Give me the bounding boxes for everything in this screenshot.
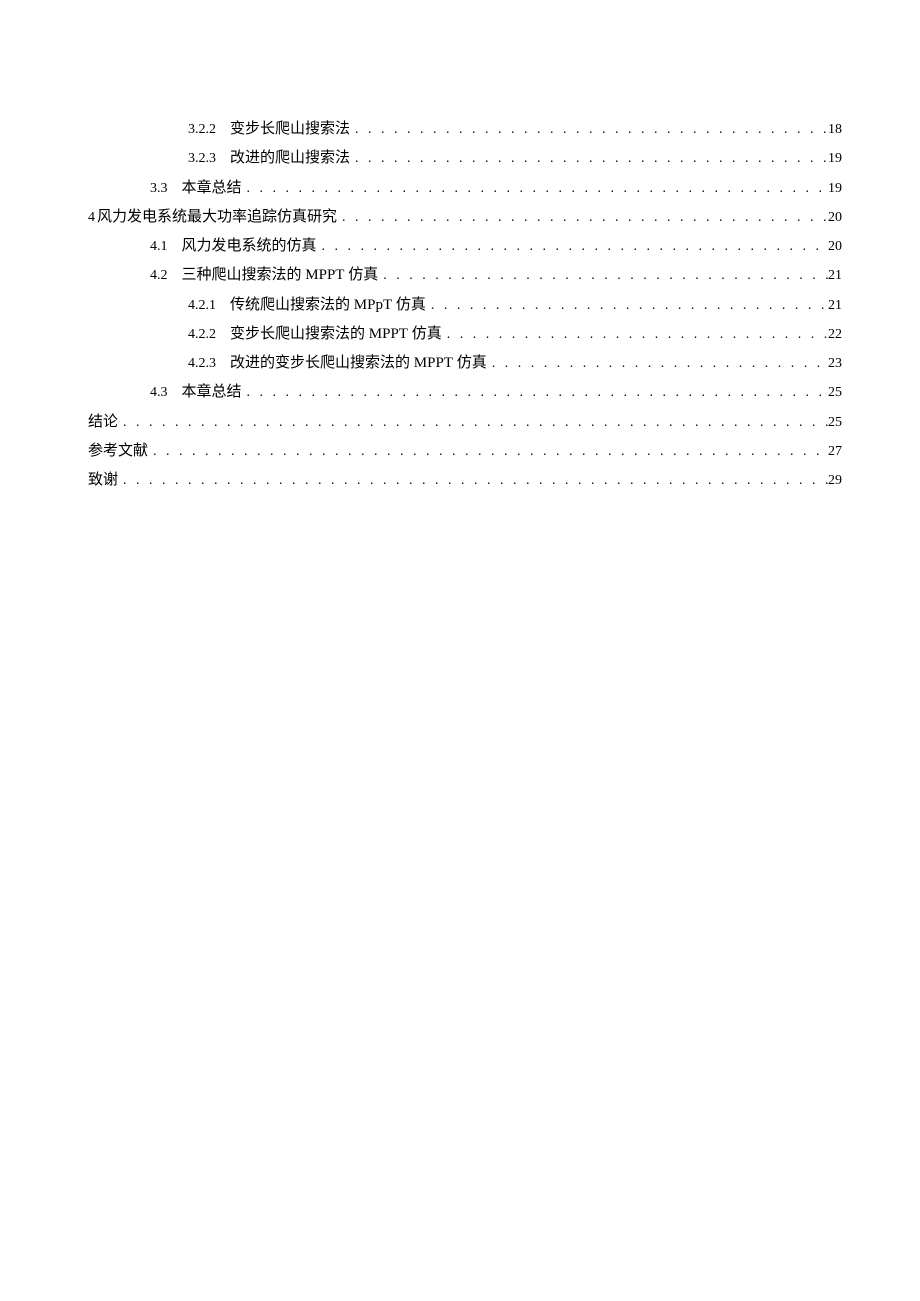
- toc-page-number: 21: [828, 262, 842, 289]
- toc-leader-dots: . . . . . . . . . . . . . . . . . . . . …: [444, 321, 828, 348]
- toc-leader-dots: . . . . . . . . . . . . . . . . . . . . …: [120, 467, 828, 494]
- toc-number: 4.3: [150, 379, 182, 406]
- toc-entry: 4.3 本章总结 . . . . . . . . . . . . . . . .…: [88, 378, 842, 407]
- toc-leader-dots: . . . . . . . . . . . . . . . . . . . . …: [150, 438, 828, 465]
- toc-page-number: 25: [828, 379, 842, 406]
- toc-number: 4: [88, 204, 97, 231]
- toc-number: 4.2.3: [188, 350, 230, 377]
- toc-title: 致谢: [88, 466, 120, 495]
- toc-entry: 4.1 风力发电系统的仿真 . . . . . . . . . . . . . …: [88, 232, 842, 261]
- toc-page-number: 19: [828, 175, 842, 202]
- toc-entry: 4.2 三种爬山搜索法的 MPPT 仿真 . . . . . . . . . .…: [88, 261, 842, 290]
- toc-leader-dots: . . . . . . . . . . . . . . . . . . . . …: [428, 292, 828, 319]
- toc-entry: 4 风力发电系统最大功率追踪仿真研究 . . . . . . . . . . .…: [88, 203, 842, 232]
- toc-number: 4.2.2: [188, 321, 230, 348]
- toc-entry: 致谢 . . . . . . . . . . . . . . . . . . .…: [88, 466, 842, 495]
- toc-title: 变步长爬山搜索法: [230, 115, 352, 144]
- toc-title: 本章总结: [182, 174, 244, 203]
- toc-title: 结论: [88, 408, 120, 437]
- toc-entry: 3.2.2 变步长爬山搜索法 . . . . . . . . . . . . .…: [88, 115, 842, 144]
- toc-entry: 结论 . . . . . . . . . . . . . . . . . . .…: [88, 408, 842, 437]
- toc-leader-dots: . . . . . . . . . . . . . . . . . . . . …: [352, 145, 828, 172]
- toc-title: 风力发电系统的仿真: [182, 232, 319, 261]
- toc-page-number: 19: [828, 145, 842, 172]
- toc-entry: 4.2.1 传统爬山搜索法的 MPpT 仿真 . . . . . . . . .…: [88, 291, 842, 320]
- toc-leader-dots: . . . . . . . . . . . . . . . . . . . . …: [489, 350, 828, 377]
- toc-title: 改进的爬山搜索法: [230, 144, 352, 173]
- toc-title: 改进的变步长爬山搜索法的 MPPT 仿真: [230, 349, 489, 378]
- toc-title: 参考文献: [88, 437, 150, 466]
- toc-page-number: 27: [828, 438, 842, 465]
- toc-leader-dots: . . . . . . . . . . . . . . . . . . . . …: [244, 175, 828, 202]
- toc-number: 3.2.3: [188, 145, 230, 172]
- toc-title: 本章总结: [182, 378, 244, 407]
- toc-number: 4.2.1: [188, 292, 230, 319]
- toc-page-number: 20: [828, 204, 842, 231]
- toc-page-number: 18: [828, 116, 842, 143]
- toc-entry: 3.3 本章总结 . . . . . . . . . . . . . . . .…: [88, 174, 842, 203]
- toc-leader-dots: . . . . . . . . . . . . . . . . . . . . …: [120, 409, 828, 436]
- toc-title: 传统爬山搜索法的 MPpT 仿真: [230, 291, 428, 320]
- toc-page-number: 25: [828, 409, 842, 436]
- toc-title: 三种爬山搜索法的 MPPT 仿真: [182, 261, 381, 290]
- toc-entry: 3.2.3 改进的爬山搜索法 . . . . . . . . . . . . .…: [88, 144, 842, 173]
- toc-leader-dots: . . . . . . . . . . . . . . . . . . . . …: [319, 233, 828, 260]
- toc-leader-dots: . . . . . . . . . . . . . . . . . . . . …: [244, 379, 828, 406]
- toc-page-number: 23: [828, 350, 842, 377]
- toc-title: 变步长爬山搜索法的 MPPT 仿真: [230, 320, 444, 349]
- toc-number: 3.3: [150, 175, 182, 202]
- toc-page-number: 22: [828, 321, 842, 348]
- toc-title: 风力发电系统最大功率追踪仿真研究: [97, 203, 339, 232]
- toc-entry: 参考文献 . . . . . . . . . . . . . . . . . .…: [88, 437, 842, 466]
- toc-number: 4.1: [150, 233, 182, 260]
- toc-page-number: 29: [828, 467, 842, 494]
- toc-page-number: 20: [828, 233, 842, 260]
- toc-entry: 4.2.2 变步长爬山搜索法的 MPPT 仿真 . . . . . . . . …: [88, 320, 842, 349]
- toc-leader-dots: . . . . . . . . . . . . . . . . . . . . …: [352, 116, 828, 143]
- toc-entry: 4.2.3 改进的变步长爬山搜索法的 MPPT 仿真 . . . . . . .…: [88, 349, 842, 378]
- toc-number: 3.2.2: [188, 116, 230, 143]
- toc-page-number: 21: [828, 292, 842, 319]
- toc-leader-dots: . . . . . . . . . . . . . . . . . . . . …: [380, 262, 828, 289]
- toc-leader-dots: . . . . . . . . . . . . . . . . . . . . …: [339, 204, 828, 231]
- table-of-contents: 3.2.2 变步长爬山搜索法 . . . . . . . . . . . . .…: [88, 115, 842, 495]
- toc-number: 4.2: [150, 262, 182, 289]
